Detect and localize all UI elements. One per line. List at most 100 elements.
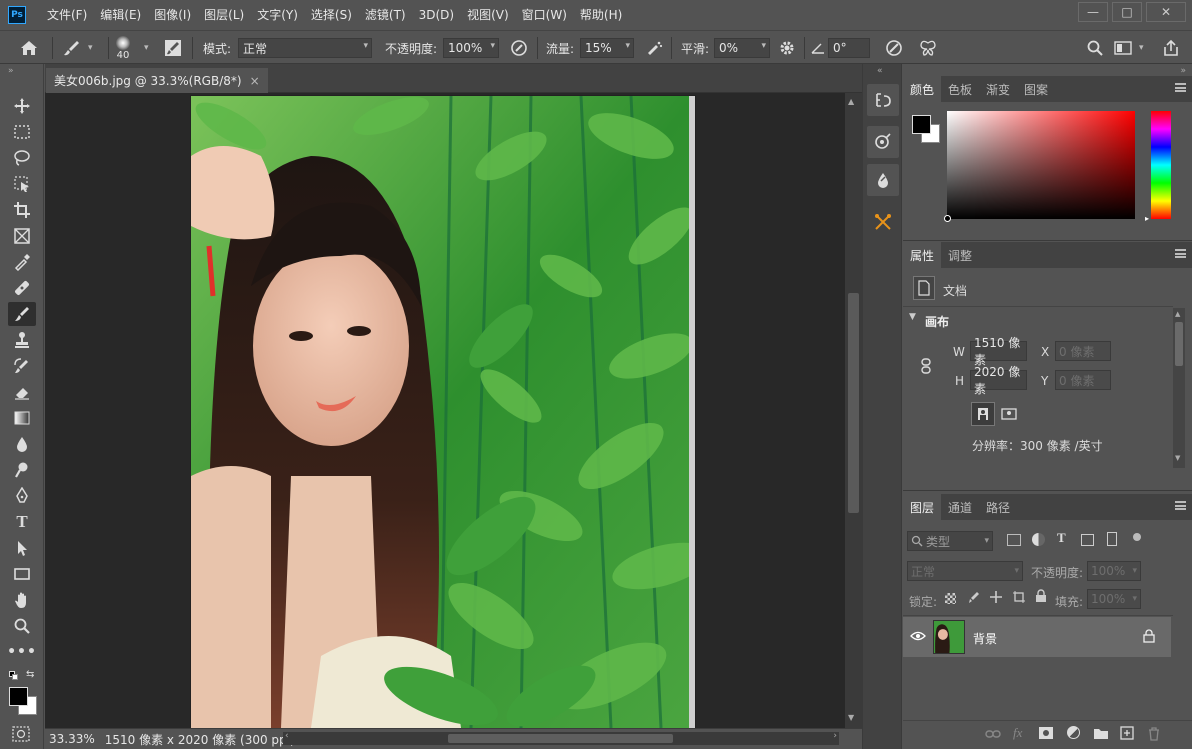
filter-toggle-icon[interactable] (1133, 533, 1141, 541)
object-selection-icon[interactable] (8, 172, 36, 196)
minimize-button[interactable]: — (1078, 2, 1108, 22)
properties-scrollbar[interactable]: ▲ ▼ (1173, 308, 1185, 468)
lock-image-pixels-icon[interactable] (967, 590, 981, 607)
tab-color[interactable]: 颜色 (903, 76, 942, 102)
menu-select[interactable]: 选择(S) (305, 0, 358, 30)
angle-field[interactable]: 0° (828, 38, 870, 58)
scroll-down-arrow[interactable]: ▼ (848, 713, 854, 722)
lock-all-icon[interactable] (1035, 589, 1047, 606)
more-tools-icon[interactable]: ••• (7, 640, 36, 664)
rectangle-tool-icon[interactable] (8, 562, 36, 586)
panel-menu-icon[interactable] (1175, 83, 1186, 92)
layer-blend-mode-dropdown[interactable]: 正常 ▾ (907, 561, 1023, 581)
frame-tool-icon[interactable] (8, 224, 36, 248)
foreground-color-chip[interactable] (912, 115, 931, 134)
canvas-height-field[interactable]: 2020 像素 (970, 365, 1027, 396)
brush-tool-preset-icon[interactable]: ▾ (62, 31, 93, 65)
quick-mask-icon[interactable] (12, 726, 30, 745)
tab-layers[interactable]: 图层 (903, 494, 942, 520)
lasso-icon[interactable] (8, 146, 36, 170)
pressure-size-icon[interactable] (884, 31, 904, 65)
properties-scroll-thumb[interactable] (1175, 322, 1183, 366)
menu-file[interactable]: 文件(F) (41, 0, 93, 30)
add-mask-icon[interactable] (1039, 727, 1053, 739)
dodge-icon[interactable] (8, 458, 36, 482)
pressure-opacity-icon[interactable] (509, 31, 529, 65)
rectangular-marquee-icon[interactable] (8, 120, 36, 144)
crop-icon[interactable] (8, 198, 36, 222)
tab-channels[interactable]: 通道 (941, 494, 979, 520)
pen-icon[interactable] (8, 484, 36, 508)
document-tab[interactable]: 美女006b.jpg @ 33.3%(RGB/8*) × (46, 68, 268, 93)
brush-settings-panel-icon[interactable] (867, 164, 899, 196)
path-selection-icon[interactable] (8, 536, 36, 560)
menu-help[interactable]: 帮助(H) (574, 0, 628, 30)
landscape-orientation-icon[interactable] (998, 404, 1020, 424)
close-window-button[interactable]: ✕ (1146, 2, 1186, 22)
history-brush-icon[interactable] (8, 354, 36, 378)
tab-patterns[interactable]: 图案 (1017, 76, 1055, 102)
brushes-panel-icon[interactable] (867, 206, 899, 238)
swap-colors-icon[interactable]: ⇆ (26, 669, 34, 680)
scroll-down-arrow[interactable]: ▼ (1175, 454, 1180, 462)
lock-position-icon[interactable] (989, 590, 1003, 607)
link-layers-icon[interactable] (985, 728, 1001, 743)
color-swatches[interactable] (8, 686, 38, 716)
workspace-switcher-icon[interactable]: ▾ (1114, 31, 1144, 65)
filter-smart-objects-icon[interactable] (1107, 532, 1117, 546)
clone-stamp-icon[interactable] (8, 328, 36, 352)
scrollbar-thumb[interactable] (848, 293, 859, 513)
color-picker-cursor[interactable] (944, 215, 951, 222)
eraser-icon[interactable] (8, 380, 36, 404)
menu-filter[interactable]: 滤镜(T) (359, 0, 412, 30)
healing-brush-icon[interactable] (8, 276, 36, 300)
airbrush-icon[interactable] (644, 31, 664, 65)
new-adjustment-layer-icon[interactable] (1067, 726, 1080, 739)
lock-artboard-icon[interactable] (1012, 590, 1026, 607)
mode-dropdown[interactable]: 正常 ▾ (238, 38, 372, 58)
layer-thumbnail[interactable] (933, 620, 965, 654)
hue-slider[interactable]: ▸ (1145, 111, 1171, 223)
eyedropper-icon[interactable] (8, 250, 36, 274)
portrait-orientation-icon[interactable] (971, 402, 995, 426)
scroll-left-arrow[interactable]: ‹ (285, 731, 289, 741)
tab-paths[interactable]: 路径 (979, 494, 1017, 520)
opacity-field[interactable]: 100% ▾ (443, 38, 499, 58)
navigator-panel-icon[interactable] (867, 126, 899, 158)
hue-slider-handle[interactable]: ▸ (1145, 214, 1149, 223)
home-icon[interactable] (20, 31, 38, 65)
zoom-level[interactable]: 33.33% (49, 732, 95, 746)
color-panel-swatches[interactable] (911, 114, 943, 146)
zoom-icon[interactable] (8, 614, 36, 638)
filter-adjustment-layers-icon[interactable] (1032, 533, 1045, 546)
filter-pixel-layers-icon[interactable] (1007, 534, 1021, 546)
gear-icon[interactable] (778, 31, 796, 65)
horizontal-scroll-thumb[interactable] (448, 734, 673, 743)
y-position-field[interactable]: 0 像素 (1055, 370, 1111, 390)
new-layer-icon[interactable] (1120, 726, 1134, 743)
blur-drop-icon[interactable] (8, 432, 36, 456)
flow-field[interactable]: 15% ▾ (580, 38, 634, 58)
vertical-scrollbar[interactable]: ▲ ▼ (845, 93, 862, 728)
layer-filter-dropdown[interactable]: 类型 ▾ (907, 531, 993, 551)
horizontal-scrollbar[interactable]: ‹ › (283, 731, 839, 745)
menu-edit[interactable]: 编辑(E) (94, 0, 147, 30)
menu-view[interactable]: 视图(V) (461, 0, 515, 30)
scroll-up-arrow[interactable]: ▲ (848, 97, 854, 106)
eye-icon[interactable] (910, 630, 926, 645)
search-icon[interactable] (1086, 31, 1104, 65)
collapse-panels-chevrons-icon[interactable]: » (1180, 66, 1186, 76)
filter-shape-layers-icon[interactable] (1081, 534, 1094, 546)
layer-row-background[interactable]: 背景 (903, 617, 1171, 657)
tab-adjustments[interactable]: 调整 (941, 242, 979, 268)
x-position-field[interactable]: 0 像素 (1055, 341, 1111, 361)
menu-window[interactable]: 窗口(W) (516, 0, 573, 30)
brush-size-picker[interactable]: 40 (116, 31, 130, 65)
gradient-icon[interactable] (8, 406, 36, 430)
move-tool-icon[interactable] (8, 94, 36, 118)
type-tool-icon[interactable]: T (8, 510, 36, 534)
filter-type-layers-icon[interactable]: T (1057, 530, 1066, 546)
layer-opacity-field[interactable]: 100% ▾ (1087, 561, 1141, 581)
menu-3d[interactable]: 3D(D) (413, 0, 460, 30)
panel-menu-icon[interactable] (1175, 501, 1186, 510)
